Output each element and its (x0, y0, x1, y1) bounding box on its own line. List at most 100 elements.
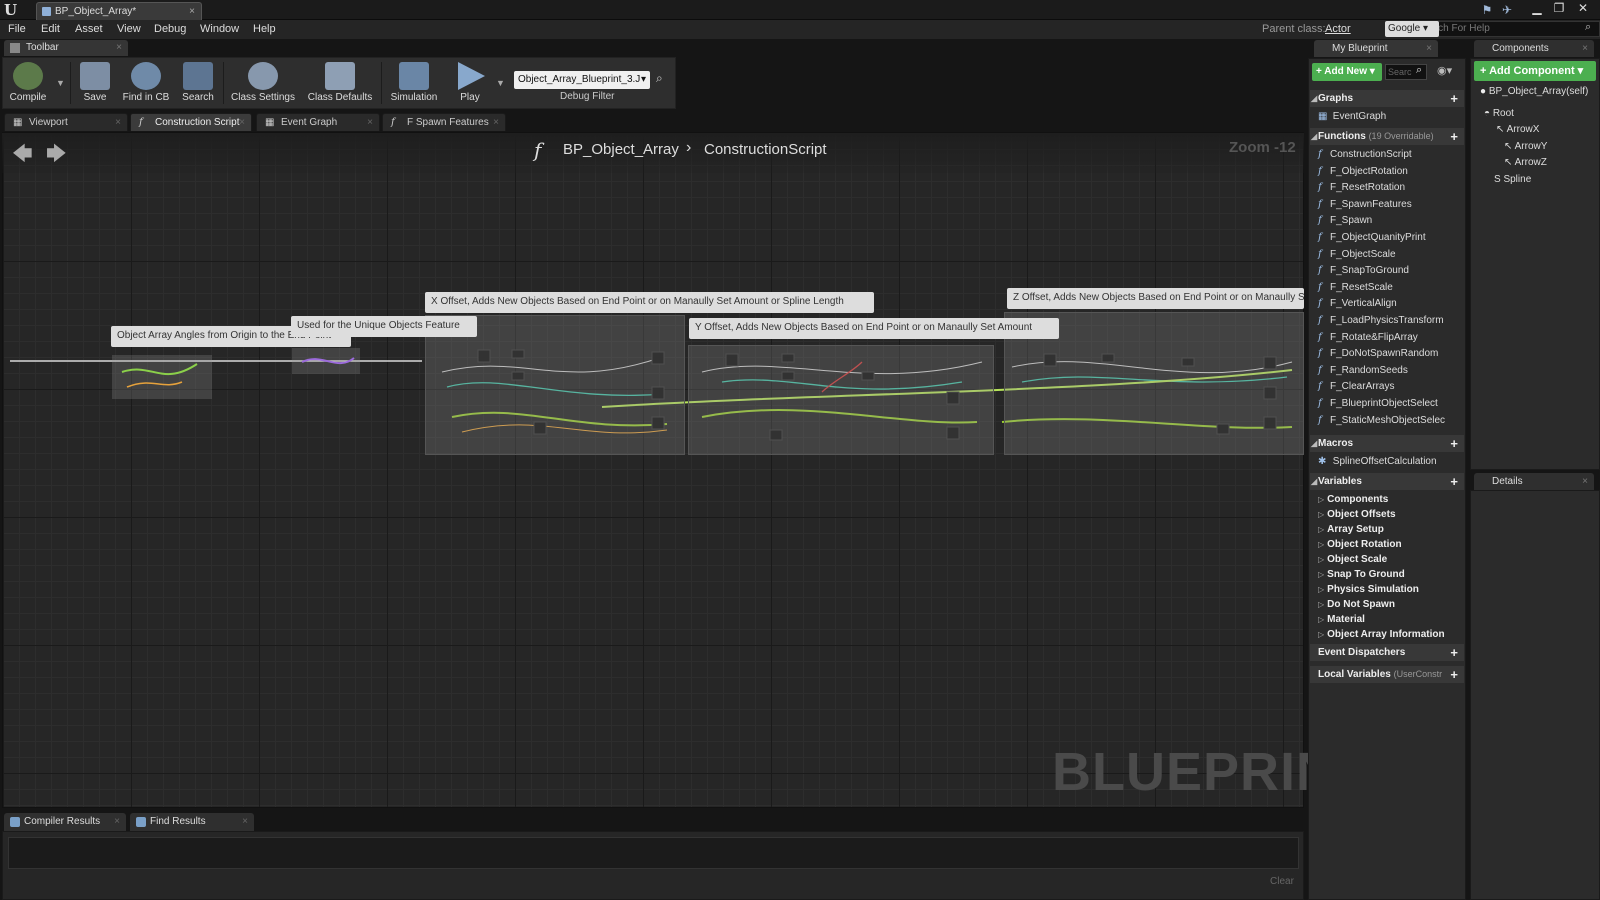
function-item[interactable]: f F_ResetScale (1318, 282, 1393, 293)
class-settings-button[interactable]: Class Settings (226, 60, 300, 108)
my-blueprint-tab[interactable]: My Blueprint × (1314, 40, 1438, 57)
parent-class-link[interactable]: Actor (1325, 23, 1351, 35)
toolbar-tab[interactable]: Toolbar × (4, 40, 128, 56)
section-variables[interactable]: ◢ Variables + (1310, 473, 1464, 490)
variable-category[interactable]: ▷ Components (1318, 494, 1388, 505)
comment-z-offset[interactable]: Z Offset, Adds New Objects Based on End … (1007, 288, 1304, 309)
document-tab[interactable]: BP_Object_Array* × (36, 2, 202, 20)
tab-f-spawn-features[interactable]: f F Spawn Features × (382, 113, 506, 131)
search-engine-dropdown[interactable]: Google ▾ (1385, 21, 1439, 37)
tab-event-graph[interactable]: ▦ Event Graph × (256, 113, 380, 131)
close-icon[interactable]: × (493, 114, 499, 131)
function-item[interactable]: f F_ObjectQuanityPrint (1318, 232, 1426, 243)
function-item[interactable]: f F_SnapToGround (1318, 265, 1409, 276)
close-icon[interactable]: × (239, 114, 245, 131)
comment-unique-objects[interactable]: Used for the Unique Objects Feature (291, 316, 477, 337)
close-window-button[interactable]: ✕ (1572, 0, 1594, 18)
comment-y-offset[interactable]: Y Offset, Adds New Objects Based on End … (689, 318, 1059, 339)
close-icon[interactable]: × (1582, 473, 1588, 490)
function-item[interactable]: f F_LoadPhysicsTransform (1318, 315, 1444, 326)
graph-item-eventgraph[interactable]: ▦ EventGraph (1318, 111, 1386, 122)
add-event-dispatcher-icon[interactable]: + (1450, 644, 1458, 661)
section-local-variables[interactable]: Local Variables (UserConstr + (1310, 666, 1464, 683)
add-variable-icon[interactable]: + (1450, 473, 1458, 490)
menu-help[interactable]: Help (253, 23, 276, 35)
add-new-button[interactable]: + Add New ▾ (1312, 63, 1382, 81)
close-icon[interactable]: × (115, 114, 121, 131)
menu-edit[interactable]: Edit (41, 23, 60, 35)
tab-compiler-results[interactable]: Compiler Results × (4, 813, 126, 831)
close-icon[interactable]: × (189, 3, 195, 20)
variable-category[interactable]: ▷ Object Scale (1318, 554, 1387, 565)
add-macro-icon[interactable]: + (1450, 435, 1458, 452)
close-icon[interactable]: × (116, 40, 122, 56)
notification-icon[interactable]: ✈ (1500, 3, 1514, 17)
close-icon[interactable]: × (1582, 40, 1588, 57)
variable-category[interactable]: ▷ Object Rotation (1318, 539, 1402, 550)
function-item[interactable]: f F_Rotate&FlipArray (1318, 332, 1418, 343)
comment-x-offset[interactable]: X Offset, Adds New Objects Based on End … (425, 292, 874, 313)
simulation-button[interactable]: Simulation (384, 60, 444, 108)
component-arrowx[interactable]: ↖ ArrowX (1496, 124, 1539, 135)
search-icon[interactable]: ⌕ (1416, 64, 1422, 77)
unreal-logo-icon[interactable]: U (4, 1, 22, 19)
menu-debug[interactable]: Debug (154, 23, 186, 35)
function-item[interactable]: f F_StaticMeshObjectSelec (1318, 415, 1445, 426)
function-item[interactable]: f F_ResetRotation (1318, 182, 1405, 193)
function-item[interactable]: f F_BlueprintObjectSelect (1318, 398, 1438, 409)
variable-category[interactable]: ▷ Snap To Ground (1318, 569, 1405, 580)
menu-window[interactable]: Window (200, 23, 239, 35)
close-icon[interactable]: × (1426, 40, 1432, 57)
variable-category[interactable]: ▷ Physics Simulation (1318, 584, 1419, 595)
variable-category[interactable]: ▷ Object Array Information (1318, 629, 1445, 640)
search-button[interactable]: Search (176, 60, 220, 108)
add-graph-icon[interactable]: + (1450, 90, 1458, 107)
function-item[interactable]: f F_Spawn (1318, 215, 1372, 226)
function-item[interactable]: f F_SpawnFeatures (1318, 199, 1412, 210)
component-spline[interactable]: S Spline (1494, 174, 1531, 185)
tab-viewport[interactable]: ▦ Viewport × (4, 113, 128, 131)
variable-category[interactable]: ▷ Material (1318, 614, 1365, 625)
close-icon[interactable]: × (114, 813, 120, 831)
variable-category[interactable]: ▷ Object Offsets (1318, 509, 1396, 520)
function-item[interactable]: f F_ClearArrays (1318, 381, 1394, 392)
compile-button[interactable]: Compile (6, 60, 50, 108)
debug-search-icon[interactable]: ⌕ (656, 71, 663, 86)
tab-find-results[interactable]: Find Results × (130, 813, 254, 831)
section-graphs[interactable]: ◢ Graphs + (1310, 90, 1464, 107)
compile-options-chevron-icon[interactable]: ▼ (56, 78, 65, 88)
menu-asset[interactable]: Asset (75, 23, 103, 35)
details-tab[interactable]: Details × (1474, 473, 1594, 490)
close-icon[interactable]: × (367, 114, 373, 131)
view-options-eye-icon[interactable]: ◉▾ (1437, 64, 1452, 77)
add-component-button[interactable]: + Add Component ▾ (1474, 61, 1596, 81)
save-button[interactable]: Save (76, 60, 114, 108)
find-in-cb-button[interactable]: Find in CB (118, 60, 174, 108)
restore-button[interactable]: ❐ (1548, 0, 1570, 18)
search-icon[interactable]: ⌕ (1585, 21, 1591, 34)
function-item[interactable]: f F_RandomSeeds (1318, 365, 1408, 376)
debug-object-dropdown[interactable]: Object_Array_Blueprint_3.J ▾ (514, 71, 650, 89)
variable-category[interactable]: ▷ Do Not Spawn (1318, 599, 1395, 610)
component-arrowz[interactable]: ↖ ArrowZ (1504, 157, 1547, 168)
function-item[interactable]: f F_DoNotSpawnRandom (1318, 348, 1438, 359)
component-arrowy[interactable]: ↖ ArrowY (1504, 141, 1547, 152)
play-options-chevron-icon[interactable]: ▼ (496, 78, 505, 88)
section-event-dispatchers[interactable]: Event Dispatchers + (1310, 644, 1464, 661)
function-item[interactable]: f F_VerticalAlign (1318, 298, 1397, 309)
function-item[interactable]: f F_ObjectScale (1318, 249, 1396, 260)
menu-file[interactable]: File (8, 23, 26, 35)
compiler-results-log[interactable] (8, 837, 1299, 869)
add-local-variable-icon[interactable]: + (1450, 666, 1458, 683)
component-root[interactable]: ◓ Root (1484, 108, 1514, 119)
function-item[interactable]: f F_ObjectRotation (1318, 166, 1408, 177)
source-control-icon[interactable]: ⚑ (1480, 3, 1494, 17)
play-button[interactable]: Play (448, 60, 492, 108)
macro-item-spline-offset[interactable]: ✱ SplineOffsetCalculation (1318, 456, 1437, 467)
components-tab[interactable]: Components × (1474, 40, 1594, 57)
add-function-icon[interactable]: + (1450, 128, 1458, 145)
section-functions[interactable]: ◢ Functions (19 Overridable) + (1310, 128, 1464, 145)
close-icon[interactable]: × (242, 813, 248, 831)
tab-construction-script[interactable]: f Construction Script × (130, 113, 252, 131)
menu-view[interactable]: View (117, 23, 141, 35)
